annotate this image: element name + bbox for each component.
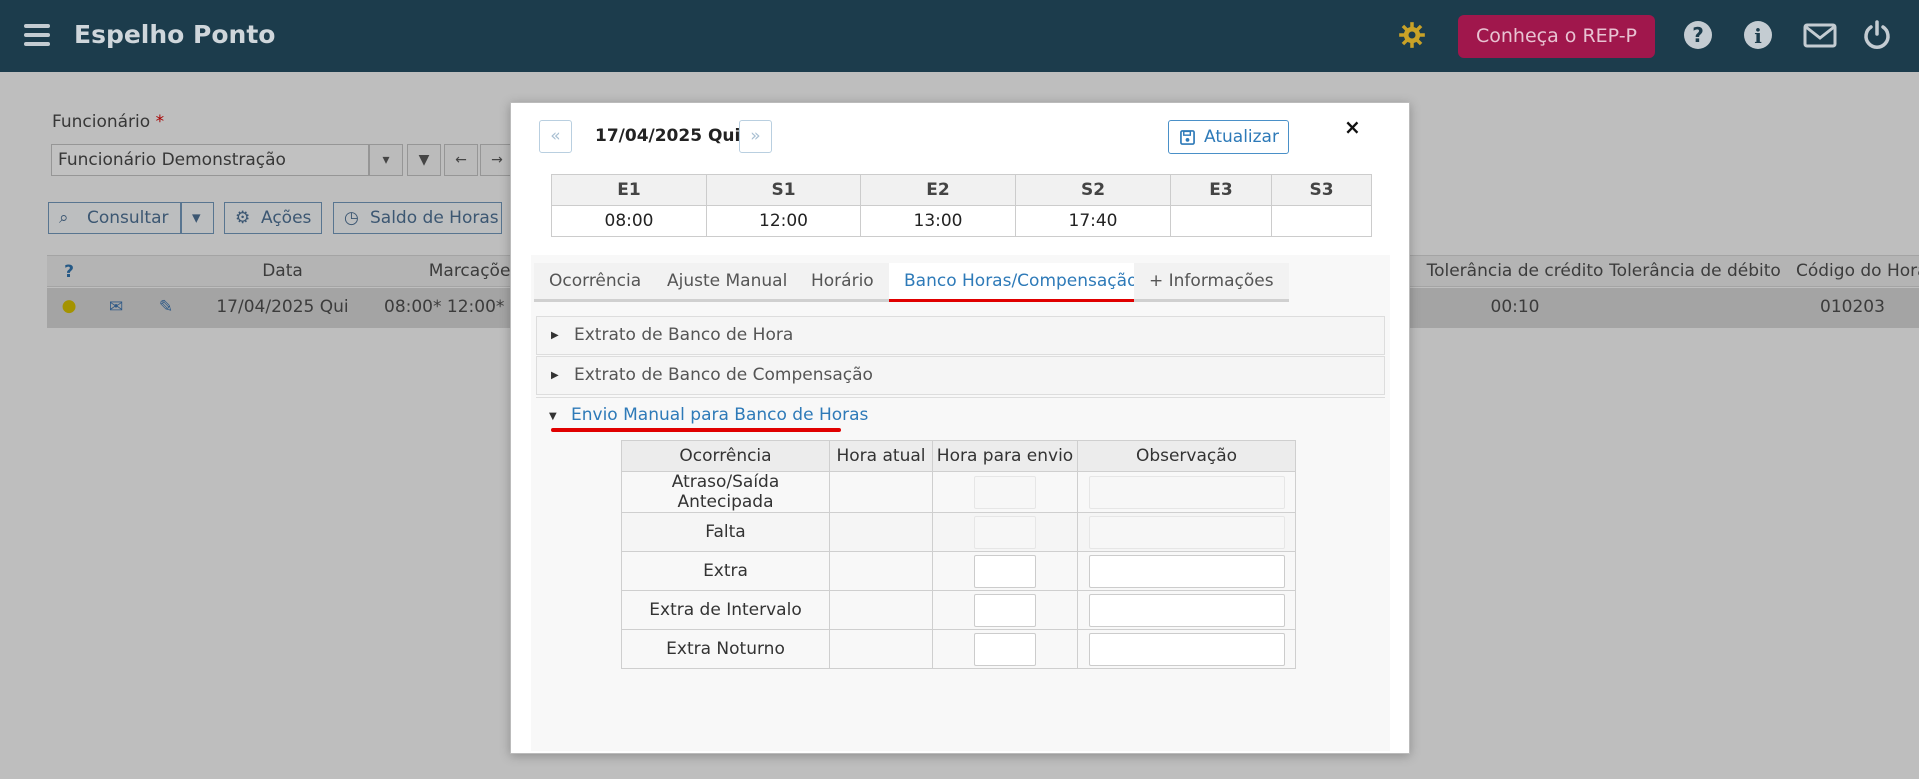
refresh-button[interactable]: Atualizar (1168, 120, 1289, 154)
row-ocorrencia: Extra (621, 551, 830, 591)
mark-value: 08:00 (551, 205, 707, 237)
previous-day-button[interactable]: « (539, 120, 572, 153)
cell-observacao (1077, 471, 1296, 513)
row-hora-atual (829, 590, 933, 630)
tab-ajuste-manual[interactable]: Ajuste Manual (652, 263, 803, 302)
row-ocorrencia: Extra de Intervalo (621, 590, 830, 630)
tab-banco-horas-compensacao[interactable]: Banco Horas/Compensação (889, 263, 1153, 302)
mark-header: E1 (551, 174, 707, 206)
row-hora-atual (829, 512, 933, 552)
accordion-extrato-banco-hora[interactable]: ▶ Extrato de Banco de Hora (536, 316, 1385, 355)
hora-envio-input[interactable] (974, 554, 1036, 588)
cell-hora-envio (932, 471, 1078, 513)
cell-hora-envio (932, 590, 1078, 630)
day-detail-modal: « 17/04/2025 Qui » Atualizar × E1 S1 E2 … (510, 102, 1410, 754)
top-bar: Espelho Ponto Conheça o REP-P ? i (0, 0, 1919, 72)
svg-text:i: i (1754, 24, 1762, 48)
info-icon[interactable]: i (1743, 20, 1773, 50)
column-header: Ocorrência (621, 440, 830, 472)
tab-ocorrencia[interactable]: Ocorrência (534, 263, 657, 302)
modal-date: 17/04/2025 Qui (595, 126, 741, 146)
column-header: Hora para envio (932, 440, 1078, 472)
row-hora-atual (829, 629, 933, 669)
mark-value: 12:00 (706, 205, 861, 237)
mark-value (1271, 205, 1372, 237)
cell-hora-envio (932, 629, 1078, 669)
mark-value (1170, 205, 1272, 237)
accordion-divider (536, 397, 1385, 398)
row-ocorrencia: Atraso/Saída Antecipada (621, 471, 830, 513)
caret-right-icon: ▶ (551, 330, 559, 341)
close-icon[interactable]: × (1344, 115, 1361, 139)
mark-value: 17:40 (1015, 205, 1171, 237)
mark-header: E2 (860, 174, 1016, 206)
svg-text:?: ? (1692, 23, 1704, 47)
rep-p-button[interactable]: Conheça o REP-P (1458, 15, 1655, 58)
accordion-label: Extrato de Banco de Hora (574, 325, 794, 345)
accordion-label: Extrato de Banco de Compensação (574, 365, 873, 385)
observacao-input (1088, 515, 1285, 549)
hora-envio-input[interactable] (974, 593, 1036, 627)
accordion-envio-manual[interactable]: Envio Manual para Banco de Horas (571, 405, 868, 425)
mark-header: S3 (1271, 174, 1372, 206)
accordion-extrato-banco-compensacao[interactable]: ▶ Extrato de Banco de Compensação (536, 356, 1385, 395)
envio-manual-table: Ocorrência Hora atual Hora para envio Ob… (621, 440, 1296, 669)
cell-observacao (1077, 551, 1296, 591)
marks-table: E1 S1 E2 S2 E3 S3 08:00 12:00 13:00 17:4… (551, 174, 1372, 237)
cell-hora-envio (932, 551, 1078, 591)
caret-right-icon: ▶ (551, 370, 559, 381)
hora-envio-input (974, 475, 1036, 509)
mark-header: S1 (706, 174, 861, 206)
mark-value: 13:00 (860, 205, 1016, 237)
highlight-underline (551, 428, 841, 432)
help-icon[interactable]: ? (1683, 20, 1713, 50)
column-header: Hora atual (829, 440, 933, 472)
row-ocorrencia: Falta (621, 512, 830, 552)
tab-mais-informacoes[interactable]: + Informações (1134, 263, 1289, 302)
next-day-button[interactable]: » (739, 120, 772, 153)
cell-observacao (1077, 512, 1296, 552)
row-ocorrencia: Extra Noturno (621, 629, 830, 669)
cell-observacao (1077, 629, 1296, 669)
mark-header: E3 (1170, 174, 1272, 206)
row-hora-atual (829, 471, 933, 513)
tab-horario[interactable]: Horário (796, 263, 889, 302)
refresh-label: Atualizar (1204, 127, 1279, 147)
hora-envio-input (974, 515, 1036, 549)
observacao-input[interactable] (1088, 554, 1285, 588)
hora-envio-input[interactable] (974, 632, 1036, 666)
gear-icon[interactable] (1398, 21, 1426, 49)
observacao-input (1088, 475, 1285, 509)
caret-down-icon: ▼ (549, 411, 557, 422)
cell-hora-envio (932, 512, 1078, 552)
save-icon (1180, 130, 1195, 145)
column-header: Observação (1077, 440, 1296, 472)
menu-icon[interactable] (24, 24, 50, 46)
power-icon[interactable] (1862, 20, 1892, 50)
observacao-input[interactable] (1088, 593, 1285, 627)
row-hora-atual (829, 551, 933, 591)
mark-header: S2 (1015, 174, 1171, 206)
mail-icon[interactable] (1803, 20, 1837, 50)
observacao-input[interactable] (1088, 632, 1285, 666)
cell-observacao (1077, 590, 1296, 630)
app-title: Espelho Ponto (74, 20, 276, 49)
